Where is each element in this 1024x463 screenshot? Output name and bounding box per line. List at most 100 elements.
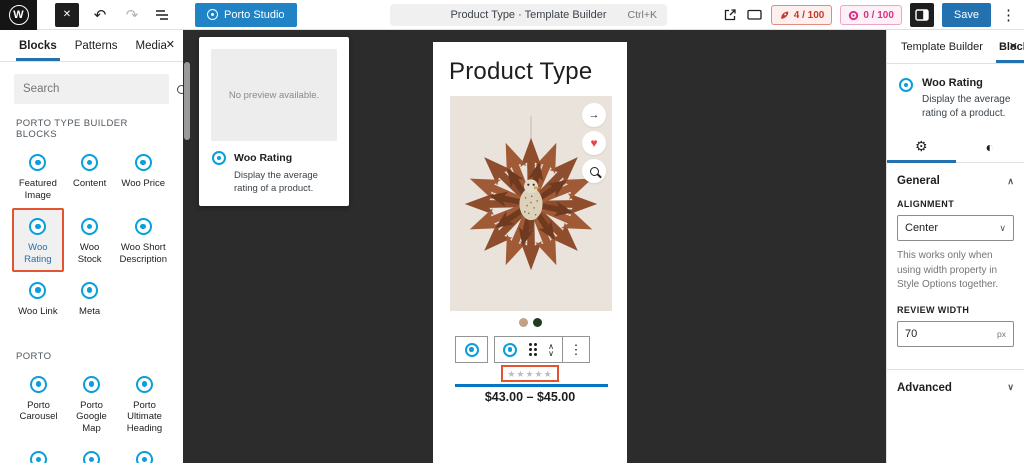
block-search-field[interactable] [14,74,183,104]
popup-block-description: Display the average rating of a product. [234,170,318,195]
inspector-subtabs: ⚙ ◐ [887,131,1024,163]
tab-settings[interactable]: ⚙ [887,131,956,163]
tab-patterns[interactable]: Patterns [66,30,127,61]
no-preview-text: No preview available. [228,89,320,101]
page-title: Product Type [449,58,593,85]
command-palette[interactable]: Product Type · Template Builder Ctrl+K [390,4,667,26]
porto-block-icon [30,375,47,393]
block-card-text: Woo Rating Display the average rating of… [922,77,1016,121]
porto-block-icon [81,217,99,235]
seo-score-value: 0 / 100 [863,9,894,21]
command-palette-title: Product Type · Template Builder [450,9,607,21]
block-toolbar-group: ∧ ∨ ⋮ [494,336,590,363]
sidebar-block-porto-ultimate-heading[interactable]: Porto Ultimate Heading [118,366,171,442]
porto-block-icon [29,281,47,299]
zoom-icon [589,166,599,176]
sidebar-block-woo-stock[interactable]: Woo Stock [64,208,116,272]
swatch-green[interactable] [532,318,542,327]
block-preview-popup: No preview available. Woo Rating Display… [199,37,349,206]
save-button[interactable]: Save [941,3,991,27]
review-width-input[interactable] [905,327,998,340]
sidebar-block-woo-link[interactable]: Woo Link [12,272,64,329]
heart-icon: ♥ [590,136,598,150]
swatch-tan[interactable] [518,318,528,327]
general-section-header[interactable]: General ∧ [897,173,1014,193]
drag-handle[interactable] [525,337,540,362]
sidebar-block-woo-price[interactable]: Woo Price [115,144,171,208]
settings-panel-toggle-button[interactable] [909,3,934,27]
block-inserter-sidebar: Blocks Patterns Media ✕ Porto Type Build… [0,30,183,463]
list-view-button[interactable] [153,6,175,24]
undo-button[interactable]: ↶ [89,6,111,24]
performance-score-badge[interactable]: 4 / 100 [770,5,833,25]
porto-studio-button[interactable]: Porto Studio [195,2,297,27]
product-price: $43.00 – $45.00 [484,390,576,404]
close-settings-button[interactable]: ✕ [1009,40,1018,53]
search-input[interactable] [23,83,177,95]
tab-blocks[interactable]: Blocks [10,30,66,61]
parent-block-button[interactable] [455,336,488,363]
product-image-actions: → ♥ [582,103,606,183]
block-options-button[interactable]: ⋮ [563,337,589,362]
gear-icon: ⚙ [914,138,928,154]
editor-canvas: No preview available. Woo Rating Display… [191,30,886,463]
popup-block-title: Woo Rating [234,152,293,164]
block-grid-porto: Porto Carousel Porto Google Map Porto Ul… [0,366,183,463]
top-bar: W ✕ ↶ ↷ Porto Studio Product Type · Temp… [0,0,1024,30]
sidebar-block-porto-google-map[interactable]: Porto Google Map [65,366,118,442]
wordpress-logo[interactable]: W [0,0,37,30]
sidebar-block-porto-icons[interactable]: Porto Icons [118,441,171,463]
block-type-button[interactable] [495,337,525,362]
porto-block-icon [81,154,99,171]
contrast-icon: ◐ [985,138,994,155]
sidebar-block-meta[interactable]: Meta [64,272,116,329]
next-product-button[interactable]: → [582,103,606,127]
sidebar-block-content[interactable]: Content [64,144,116,208]
popup-preview-area: No preview available. [211,49,337,141]
general-section: General ∧ Alignment Center ∨ This works … [887,163,1024,359]
view-site-button[interactable] [722,7,738,23]
sidebar-block-featured-image[interactable]: Featured Image [12,144,64,208]
preview-button[interactable] [746,7,763,23]
alignment-help-text: This works only when using width propert… [897,250,999,290]
sidebar-block-porto-stat-counter[interactable]: Porto Stat Counter [65,441,118,463]
sidebar-scrollbar-thumb[interactable] [184,62,190,140]
command-palette-shortcut: Ctrl+K [627,9,657,21]
porto-block-icon [136,375,153,393]
tab-styles[interactable]: ◐ [956,131,1024,162]
block-card-title: Woo Rating [922,77,983,89]
list-view-icon [156,9,168,20]
product-featured-image[interactable]: → ♥ [450,96,612,311]
tab-template-builder[interactable]: Template Builder [893,30,991,63]
settings-tabs: Template Builder Block ✕ [887,30,1024,64]
editor-screen: W ✕ ↶ ↷ Porto Studio Product Type · Temp… [0,0,1024,463]
alignment-label: Alignment [897,199,955,209]
wishlist-button[interactable]: ♥ [582,131,606,155]
arrow-right-icon: → [588,109,600,121]
seo-score-badge[interactable]: 0 / 100 [840,5,902,25]
sidebar-block-porto-carousel[interactable]: Porto Carousel [12,366,65,442]
inserter-tabs: Blocks Patterns Media ✕ [0,30,183,62]
tab-block[interactable]: Block [991,30,1024,63]
move-down-icon: ∨ [548,348,554,358]
star-rating: ★★★★★ [507,369,553,379]
external-link-icon [724,9,736,21]
block-toolbar: ∧ ∨ ⋮ [455,336,627,363]
alignment-select[interactable]: Center ∨ [897,215,1014,241]
sidebar-block-woo-short-description[interactable]: Woo Short Description [115,208,171,272]
close-editor-button[interactable]: ✕ [55,2,79,27]
quick-view-button[interactable] [582,159,606,183]
close-inserter-button[interactable]: ✕ [166,38,175,51]
options-menu-button[interactable]: ⋮ [999,6,1018,24]
rocket-icon [780,10,788,19]
sidebar-scrollbar [183,30,191,463]
sidebar-block-porto-info-box[interactable]: Porto Info Box [12,441,65,463]
advanced-section-header[interactable]: Advanced ∨ [887,368,1024,406]
sidebar-block-woo-rating[interactable]: Woo Rating [12,207,64,272]
woo-rating-block-selected[interactable]: ★★★★★ [501,365,559,382]
redo-button[interactable]: ↷ [121,6,143,24]
block-mover[interactable]: ∧ ∨ [540,337,562,362]
chevron-up-icon: ∧ [1007,175,1014,186]
alignment-value: Center [905,222,939,234]
settings-sidebar: Template Builder Block ✕ Woo Rating Disp… [886,30,1024,463]
